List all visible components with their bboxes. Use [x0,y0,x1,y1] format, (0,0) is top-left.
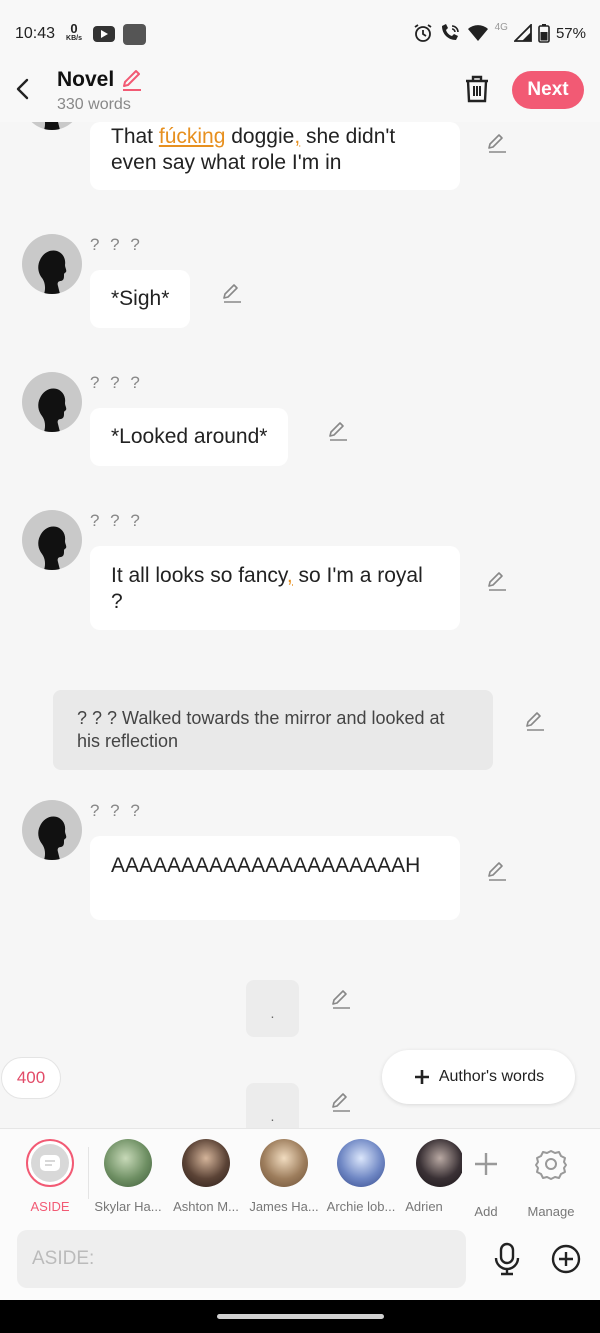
character-name: ? ? ? [90,373,143,392]
status-icons: 4G 57% [413,21,586,43]
silhouette-icon [38,816,67,860]
youtube-notification-icon [93,26,115,42]
avatar[interactable] [22,122,82,130]
microphone-icon[interactable] [494,1242,520,1276]
header: Novel 330 words Next [0,66,600,122]
character-skylar[interactable]: Skylar Ha... [90,1139,166,1214]
character-james[interactable]: James Ha... [246,1139,322,1214]
avatar[interactable] [22,510,82,570]
character-aside[interactable]: ASIDE [12,1139,88,1214]
wifi-call-icon [441,24,459,40]
character-avatar [260,1139,308,1187]
aside-input[interactable] [17,1230,466,1288]
edit-icon[interactable] [524,710,546,732]
silhouette-icon [38,388,67,432]
character-ashton[interactable]: Ashton M... [168,1139,244,1214]
wifi-icon [467,25,488,41]
battery-icon [538,24,550,43]
message-bubble[interactable]: That fúcking doggie, she didn't even say… [90,122,460,190]
avatar[interactable] [22,372,82,432]
character-avatar [337,1139,385,1187]
input-bar [0,1220,600,1300]
edit-icon[interactable] [221,282,243,304]
edit-icon[interactable] [486,132,508,154]
edit-icon[interactable] [327,420,349,442]
divider [88,1147,89,1199]
plus-icon [475,1153,497,1175]
character-counter: 400 [1,1057,61,1099]
gear-icon [535,1150,567,1180]
signal-icon [513,24,532,42]
avatar[interactable] [22,234,82,294]
edit-icon[interactable] [486,570,508,592]
trash-icon[interactable] [463,74,491,104]
message-bubble[interactable]: *Sigh* [90,270,191,328]
chat-area[interactable]: That fúcking doggie, she didn't even say… [0,122,600,1128]
home-gesture-bar[interactable] [217,1314,384,1319]
character-name: ? ? ? [90,511,143,530]
character-name: ? ? ? [90,801,143,820]
word-count: 330 words [57,96,131,113]
signal-type: 4G [494,21,508,33]
avatar[interactable] [22,800,82,860]
manage-button[interactable]: Manage [513,1139,589,1219]
edit-icon[interactable] [486,860,508,882]
battery-level: 57% [555,24,586,42]
edit-icon[interactable] [330,988,352,1010]
message-bubble[interactable]: AAAAAAAAAAAAAAAAAAAAAH [90,836,460,920]
authors-words-button[interactable]: Author's words [382,1050,575,1104]
app-notification-icon [123,24,146,45]
silhouette-icon [38,250,67,294]
alarm-icon [414,24,432,42]
system-nav-bar [0,1300,600,1333]
edit-title-icon[interactable] [120,68,144,92]
character-name: ? ? ? [90,235,143,254]
network-speed: 0 KB/s [66,21,82,42]
character-bar: ASIDE Skylar Ha... Ashton M... James Ha.… [0,1128,600,1220]
silhouette-icon [44,122,60,130]
back-arrow-icon[interactable] [12,76,34,102]
edit-icon[interactable] [330,1091,352,1113]
next-button[interactable]: Next [512,71,584,109]
aside-bubble[interactable]: . [246,980,299,1037]
character-avatar [104,1139,152,1187]
status-bar: 10:43 0 KB/s 4G 57% [0,0,600,66]
silhouette-icon [38,526,67,570]
narration-bubble[interactable]: ? ? ? Walked towards the mirror and look… [53,690,493,770]
page-title[interactable]: Novel [57,68,144,92]
message-bubble[interactable]: It all looks so fancy, so I'm a royal ? [90,546,460,630]
message-bubble[interactable]: *Looked around* [90,408,289,466]
plus-icon [414,1070,429,1084]
status-time: 10:43 [15,25,56,42]
aside-bubble[interactable]: . [246,1083,299,1128]
add-circle-icon[interactable] [551,1244,581,1274]
aside-icon [40,1155,60,1171]
character-avatar [182,1139,230,1187]
